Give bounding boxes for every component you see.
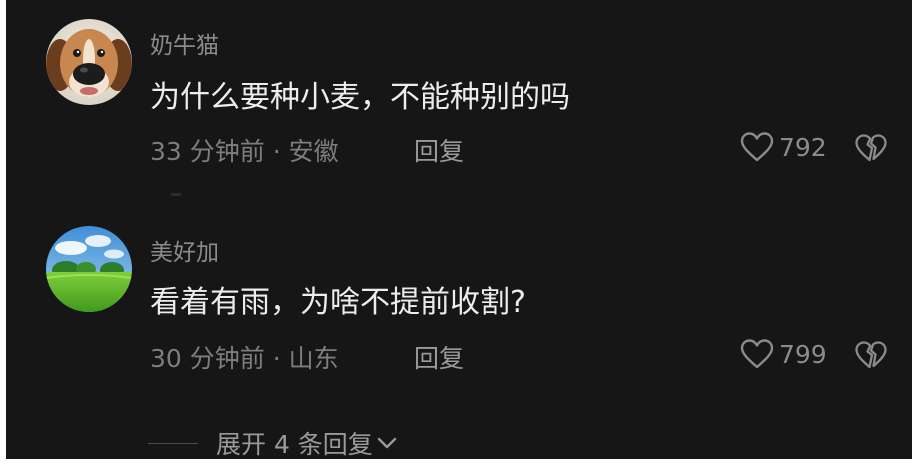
comment-panel: 奶牛猫 为什么要种小麦，不能种别的吗 33 分钟前 · 安徽 回复 792 美好…: [6, 0, 912, 459]
comment-text: 为什么要种小麦，不能种别的吗: [150, 80, 570, 115]
heart-icon: [740, 339, 774, 369]
expand-divider: [148, 442, 198, 444]
comment-username[interactable]: 美好加: [150, 233, 219, 267]
broken-heart-icon: [855, 341, 887, 369]
comment-meta: 30 分钟前 · 山东: [150, 344, 339, 373]
like-count: 799: [779, 339, 827, 369]
chevron-down-icon: [377, 437, 397, 449]
divider-mark: [171, 193, 181, 196]
comment-username[interactable]: 奶牛猫: [150, 26, 219, 60]
reply-button[interactable]: 回复: [414, 132, 464, 168]
like-count: 792: [779, 132, 827, 162]
comment-meta: 33 分钟前 · 安徽: [150, 137, 339, 166]
comment-text: 看着有雨，为啥不提前收割?: [150, 285, 526, 320]
like-button[interactable]: 799: [739, 338, 827, 370]
dislike-button[interactable]: [854, 340, 888, 370]
like-button[interactable]: 792: [739, 131, 827, 163]
dog-avatar-icon[interactable]: [46, 19, 132, 105]
landscape-avatar-icon[interactable]: [46, 226, 132, 312]
broken-heart-icon: [855, 134, 887, 162]
expand-replies-label: 展开 4 条回复: [216, 430, 373, 459]
dislike-button[interactable]: [854, 133, 888, 163]
heart-icon: [740, 132, 774, 162]
reply-button[interactable]: 回复: [414, 339, 464, 375]
expand-replies-button[interactable]: 展开 4 条回复: [148, 425, 398, 461]
